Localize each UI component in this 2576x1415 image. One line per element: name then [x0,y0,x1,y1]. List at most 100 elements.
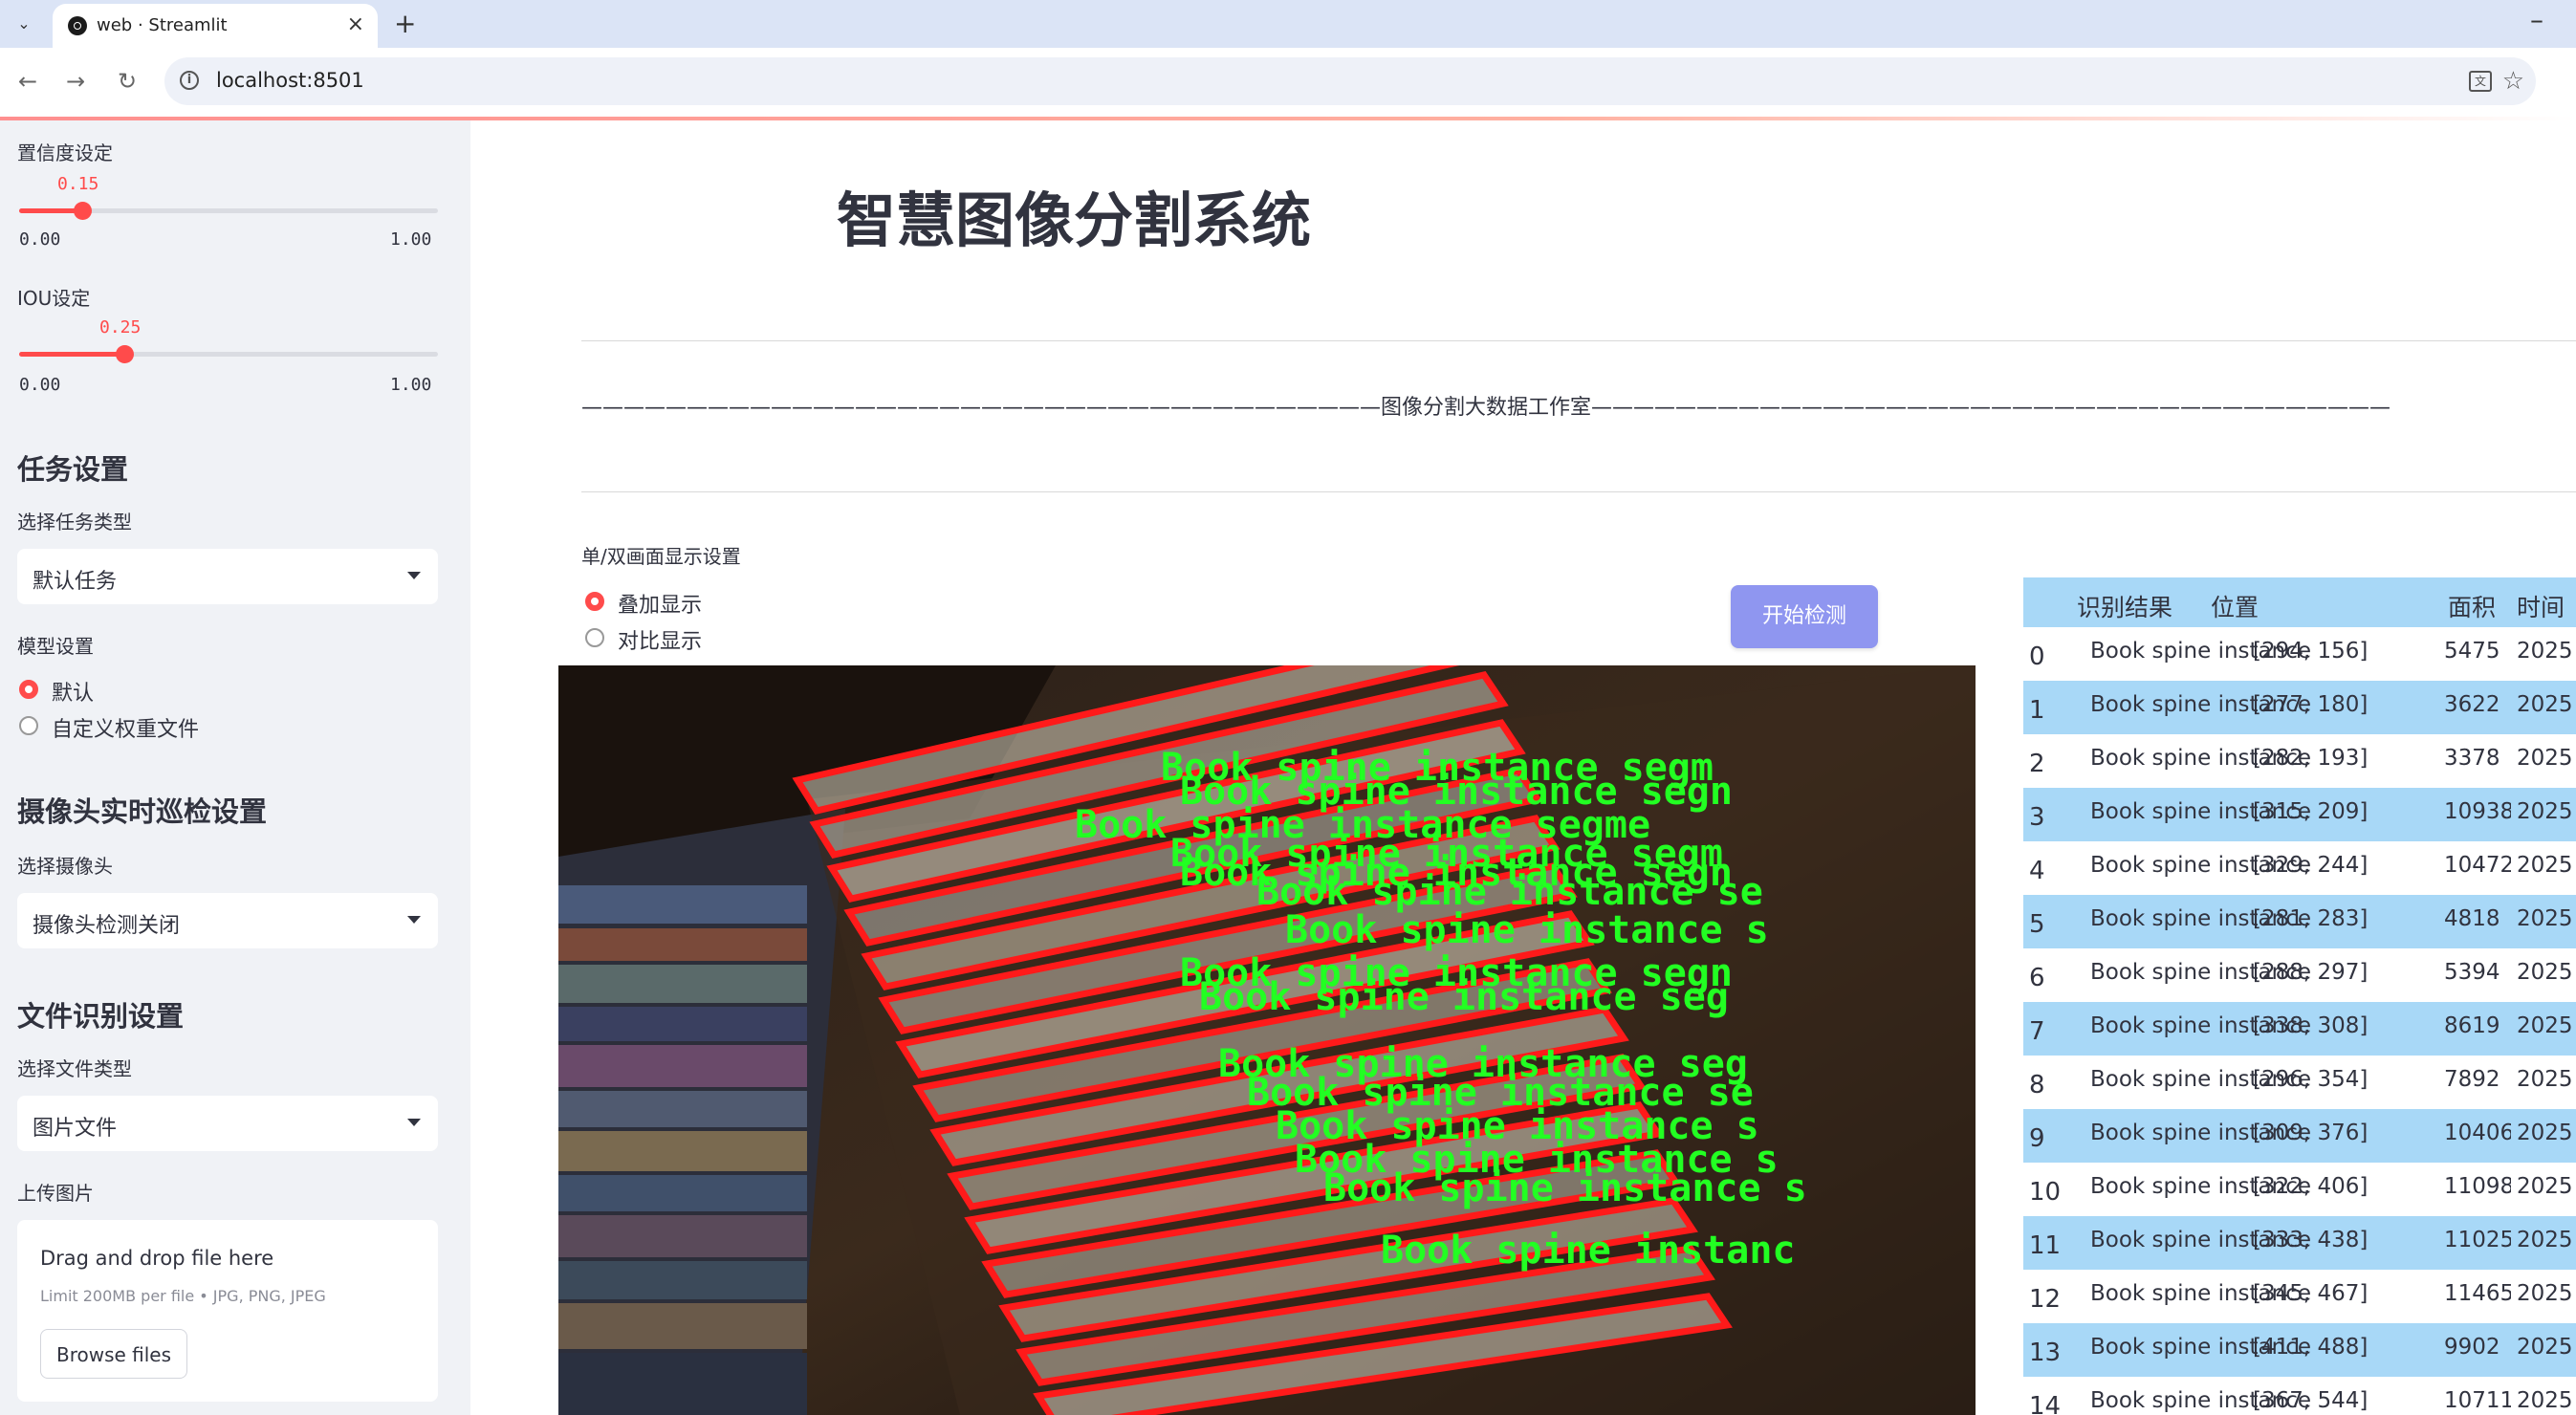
reload-icon[interactable]: ↻ [111,65,143,98]
table-row[interactable]: 8Book spine instance segmentation[296, 3… [2023,1056,2576,1109]
chevron-down-icon [407,572,421,579]
table-row[interactable]: 12Book spine instance segmentation[345, … [2023,1270,2576,1323]
row-index: 6 [2029,964,2045,992]
row-index: 12 [2029,1285,2062,1314]
back-icon[interactable]: ← [11,65,44,98]
cell-position: [294, 156] [2253,639,2369,664]
address-bar[interactable]: i localhost:8501 文 ☆ [164,57,2536,105]
close-icon[interactable]: × [347,12,364,36]
cell-area: 7892 [2444,1067,2500,1092]
radio-selected-icon[interactable] [19,680,38,699]
confidence-value: 0.15 [57,174,99,194]
cell-time: 2025 [2517,639,2573,664]
column-header-area[interactable]: 面积 [2448,589,2496,623]
iou-slider-fill [19,352,124,357]
cell-time: 2025 [2517,1335,2573,1360]
display-option-label: 对比显示 [618,630,703,654]
task-type-select[interactable]: 默认任务 [17,549,438,604]
cell-area: 10711 [2444,1388,2511,1413]
upload-label: 上传图片 [17,1182,94,1205]
column-header-position[interactable]: 位置 [2211,589,2259,623]
iou-min: 0.00 [19,375,61,395]
confidence-slider-thumb[interactable] [73,202,92,220]
divider [581,340,2576,341]
column-header-result[interactable]: 识别结果 [2077,589,2172,623]
model-settings-label: 模型设置 [17,635,94,658]
confidence-slider[interactable] [19,202,438,220]
file-type-select[interactable]: 图片文件 [17,1096,438,1151]
cell-area: 9902 [2444,1335,2500,1360]
table-row[interactable]: 6Book spine instance segmentation[288, 2… [2023,948,2576,1002]
cell-position: [282, 193] [2253,746,2369,771]
plus-icon[interactable]: + [394,8,416,39]
minimize-icon[interactable]: – [2530,4,2543,35]
browser-tab[interactable]: web · Streamlit × [53,4,378,48]
iou-slider[interactable] [19,345,438,363]
cell-area: 11025 [2444,1228,2511,1252]
detection-label: Book spine instanc [1381,1229,1795,1273]
camera-settings-header: 摄像头实时巡检设置 [17,795,268,828]
cell-area: 11465 [2444,1281,2511,1306]
table-row[interactable]: 10Book spine instance segmentation[322, … [2023,1163,2576,1216]
table-row[interactable]: 0Book spine instance segmentation[294, 1… [2023,627,2576,681]
confidence-min: 0.00 [19,229,61,250]
cell-area: 5394 [2444,960,2500,985]
row-index: 8 [2029,1071,2045,1099]
model-option-label: 默认 [52,682,95,706]
cell-time: 2025 [2517,1067,2573,1092]
radio-selected-icon[interactable] [585,592,604,611]
table-row[interactable]: 1Book spine instance segmentation[277, 1… [2023,681,2576,734]
iou-max: 1.00 [390,375,432,395]
row-index: 3 [2029,803,2045,832]
cell-area: 3378 [2444,746,2500,771]
cell-time: 2025 [2517,692,2573,717]
detection-label: Book spine instance s [1285,908,1769,952]
row-index: 7 [2029,1017,2045,1046]
translate-icon[interactable]: 文 [2469,71,2492,92]
iou-slider-thumb[interactable] [115,345,134,363]
forward-icon[interactable]: → [59,65,92,98]
star-icon[interactable]: ☆ [2502,67,2524,96]
column-header-time[interactable]: 时间 [2517,589,2565,623]
iou-value: 0.25 [99,317,142,337]
dropzone-title: Drag and drop file here [40,1247,274,1270]
row-index: 11 [2029,1231,2062,1260]
table-row[interactable]: 14Book spine instance segmentation[367, … [2023,1377,2576,1415]
cell-time: 2025 [2517,1121,2573,1145]
browse-files-button[interactable]: Browse files [40,1329,187,1379]
table-row[interactable]: 2Book spine instance segmentation[282, 1… [2023,734,2576,788]
detection-label: Book spine instance s [1323,1166,1807,1210]
iou-label: IOU设定 [17,287,91,310]
cell-area: 5475 [2444,639,2500,664]
radio-unselected-icon[interactable] [19,716,38,735]
table-row[interactable]: 5Book spine instance segmentation[281, 2… [2023,895,2576,948]
table-row[interactable]: 4Book spine instance segmentation[329, 2… [2023,841,2576,895]
table-row[interactable]: 3Book spine instance segmentation[315, 2… [2023,788,2576,841]
detection-canvas: Book spine instance segmBook spine insta… [558,665,1976,1415]
browser-tab-strip: ⌄ web · Streamlit × + – [0,0,2576,48]
url-text[interactable]: localhost:8501 [216,69,364,92]
studio-banner: ——————————————————————————————————————图像… [581,396,2391,420]
table-row[interactable]: 13Book spine instance segmentation[411, … [2023,1323,2576,1377]
info-icon[interactable]: i [180,71,199,90]
confidence-slider-fill [19,208,82,213]
table-row[interactable]: 11Book spine instance segmentation[333, … [2023,1216,2576,1270]
tab-dropdown-icon[interactable]: ⌄ [10,10,38,38]
cell-position: [367, 544] [2253,1388,2369,1413]
camera-select[interactable]: 摄像头检测关闭 [17,893,438,948]
cell-area: 10472 [2444,853,2511,878]
radio-unselected-icon[interactable] [585,628,604,647]
cell-position: [322, 406] [2253,1174,2369,1199]
table-row[interactable]: 9Book spine instance segmentation[309, 3… [2023,1109,2576,1163]
cell-area: 8619 [2444,1013,2500,1038]
row-index: 9 [2029,1124,2045,1153]
cell-time: 2025 [2517,960,2573,985]
streamlit-favicon [68,16,87,35]
camera-value: 摄像头检测关闭 [33,914,181,938]
file-dropzone[interactable]: Drag and drop file here Limit 200MB per … [17,1220,438,1402]
table-row[interactable]: 7Book spine instance segmentation[338, 3… [2023,1002,2576,1056]
results-table[interactable]: 识别结果 位置 面积 时间 0Book spine instance segme… [2023,577,2576,1415]
start-detection-button[interactable]: 开始检测 [1731,585,1878,648]
detection-image: Book spine instance segm Book spine insta… [558,665,1976,1415]
row-index: 2 [2029,750,2045,778]
